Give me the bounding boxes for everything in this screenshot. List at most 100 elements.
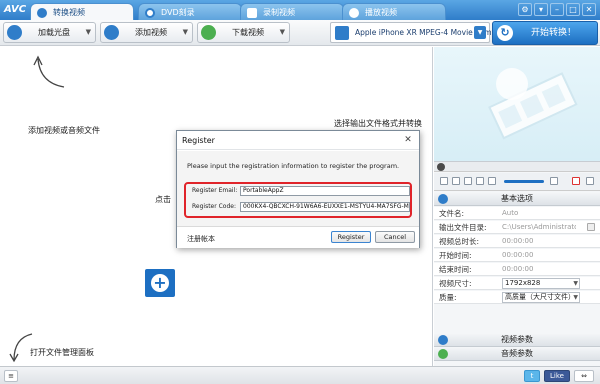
menu-icon[interactable]: ▾ (534, 3, 548, 16)
next-button[interactable] (476, 177, 484, 185)
cut-icon[interactable] (572, 177, 580, 185)
tab-record-video[interactable]: 录制视频 (240, 3, 344, 20)
tab-play-video[interactable]: 播放视频 (342, 3, 446, 20)
video-params-icon (438, 335, 448, 345)
prop-value: C:\Users\Administrator\... (502, 223, 576, 231)
tab-dvd-burn[interactable]: DVD刻录 (138, 3, 242, 20)
video-preview (434, 47, 600, 162)
arrow-up-left-icon (33, 55, 65, 88)
file-manager-icon[interactable]: ≡ (4, 370, 18, 382)
facebook-like-button[interactable]: Like (544, 370, 570, 382)
output-format-select[interactable]: Apple iPhone XR MPEG-4 Movie (*.m... ▼ (330, 22, 499, 43)
prev-button[interactable] (464, 177, 472, 185)
tab-label: 播放视频 (365, 8, 397, 17)
prop-key: 开始时间: (439, 251, 472, 260)
dialog-title: Register (182, 136, 215, 145)
add-file-button[interactable]: + (145, 269, 175, 297)
prop-start-time[interactable]: 开始时间: 00:00:00 (434, 249, 600, 262)
cancel-button[interactable]: Cancel (375, 231, 415, 243)
volume-slider[interactable] (504, 180, 544, 183)
video-size-select[interactable]: 1792x828 ▼ (502, 278, 580, 289)
email-label: Register Email: (192, 187, 238, 194)
chevron-down-icon[interactable]: ▼ (183, 23, 188, 42)
volume-icon[interactable] (488, 177, 496, 185)
convert-label: 开始转换！ (531, 28, 577, 38)
quality-select[interactable]: 高质量（大尺寸文件） ▼ (502, 292, 580, 303)
title-bar: AVC 转换视频 DVD刻录 录制视频 播放视频 ⚙ ▾ – □ ✕ (0, 0, 600, 20)
window-controls: ⚙ ▾ – □ ✕ (518, 3, 596, 16)
prop-key: 视频尺寸: (439, 279, 472, 288)
play-icon (349, 8, 359, 18)
toolbar: 加载光盘 ▼ 添加视频 ▼ 下载视频 ▼ Apple iPhone XR MPE… (0, 20, 600, 46)
download-video-label: 下载视频 (232, 28, 264, 37)
add-video-button[interactable]: 添加视频 ▼ (100, 22, 193, 43)
film-strip-icon (488, 68, 578, 140)
prop-key: 文件名: (439, 209, 465, 218)
playback-controls (434, 173, 600, 191)
convert-refresh-icon: ↻ (497, 25, 513, 41)
chevron-down-icon[interactable]: ▼ (573, 279, 578, 288)
tab-label: DVD刻录 (161, 8, 195, 17)
prop-key: 输出文件目录: (439, 223, 487, 232)
dialog-body: Please input the registration informatio… (177, 151, 419, 227)
code-label: Register Code: (192, 203, 236, 210)
snapshot-button[interactable] (550, 177, 558, 185)
register-dialog: Register ✕ Please input the registration… (176, 130, 420, 248)
seek-handle[interactable] (437, 163, 445, 171)
video-params-header[interactable]: 视频参数 (434, 334, 600, 347)
audio-params-label: 音频参数 (501, 349, 533, 358)
prop-end-time[interactable]: 结束时间: 00:00:00 (434, 263, 600, 276)
disc-icon (7, 25, 22, 40)
format-icon (335, 26, 349, 40)
plus-icon: + (151, 274, 169, 292)
panel-toggle-icon[interactable]: ⇔ (574, 370, 594, 382)
prop-output-dir[interactable]: 输出文件目录: C:\Users\Administrator\... (434, 221, 600, 234)
close-icon[interactable]: ✕ (401, 133, 415, 147)
chevron-down-icon[interactable]: ▼ (573, 293, 578, 302)
prop-value: 高质量（大尺寸文件） (505, 293, 575, 301)
tab-label: 录制视频 (263, 8, 295, 17)
audio-params-header[interactable]: 音频参数 (434, 348, 600, 361)
register-account-link[interactable]: 注册帐本 (187, 234, 215, 244)
twitter-icon[interactable]: t (524, 370, 540, 382)
add-video-icon (104, 25, 119, 40)
load-disc-button[interactable]: 加载光盘 ▼ (3, 22, 96, 43)
format-dropdown-icon[interactable]: ▼ (474, 26, 486, 39)
hint-click: 点击 (155, 195, 171, 204)
convert-tab-icon (37, 8, 47, 18)
hint-add-files: 添加视频或音频文件 (28, 126, 100, 135)
seek-bar[interactable] (434, 162, 600, 172)
video-params-label: 视频参数 (501, 335, 533, 344)
prop-key: 视频总时长: (439, 237, 480, 246)
add-video-label: 添加视频 (135, 28, 167, 37)
dvd-icon (145, 8, 155, 18)
folder-icon[interactable] (587, 223, 595, 231)
start-convert-button[interactable]: ↻ 开始转换！ (492, 21, 598, 45)
prop-key: 结束时间: (439, 265, 472, 274)
settings-icon[interactable]: ⚙ (518, 3, 532, 16)
maximize-icon[interactable]: □ (566, 3, 580, 16)
minimize-icon[interactable]: – (550, 3, 564, 16)
prop-filename[interactable]: 文件名: Auto (434, 207, 600, 220)
tab-convert-video[interactable]: 转换视频 (30, 3, 134, 20)
prop-duration[interactable]: 视频总时长: 00:00:00 (434, 235, 600, 248)
prop-key: 质量: (439, 293, 457, 302)
prop-quality[interactable]: 质量: 高质量（大尺寸文件） ▼ (434, 291, 600, 304)
chevron-down-icon[interactable]: ▼ (280, 23, 285, 42)
prop-video-size[interactable]: 视频尺寸: 1792x828 ▼ (434, 277, 600, 290)
hint-file-manager: 打开文件管理面板 (30, 348, 94, 357)
register-email-field[interactable]: PortableAppZ (240, 186, 410, 196)
stop-button[interactable] (452, 177, 460, 185)
register-button[interactable]: Register (331, 231, 371, 243)
play-button[interactable] (440, 177, 448, 185)
dialog-title-bar: Register ✕ (177, 131, 419, 150)
basic-options-header[interactable]: 基本选项 (434, 193, 600, 206)
basic-options-icon (438, 194, 448, 204)
status-bar: ≡ t Like ⇔ (0, 366, 600, 384)
edit-icon[interactable] (586, 177, 594, 185)
register-code-field[interactable]: 000KX4-QBCXCH-91W6A6-EUXXE1-MSTYU4-MA7SF… (240, 202, 410, 212)
chevron-down-icon[interactable]: ▼ (86, 23, 91, 42)
close-icon[interactable]: ✕ (582, 3, 596, 16)
download-video-button[interactable]: 下载视频 ▼ (197, 22, 290, 43)
dialog-footer: 注册帐本 Register Cancel (177, 228, 419, 248)
